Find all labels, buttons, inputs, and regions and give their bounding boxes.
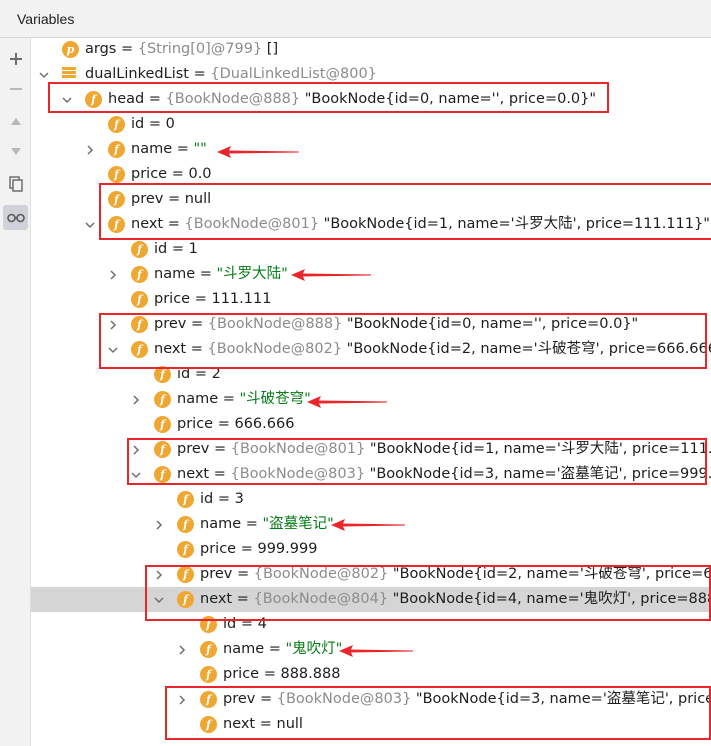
variable-name: dualLinkedList — [85, 66, 189, 82]
variable-row[interactable]: f price = 999.999 — [31, 537, 711, 562]
variable-name: args — [85, 41, 117, 57]
annotation-box — [99, 183, 711, 240]
arrow-up-icon[interactable] — [3, 108, 28, 133]
variable-value: 111.111 — [211, 291, 272, 307]
variable-value: "斗破苍穹" — [239, 391, 311, 407]
annotation-box — [145, 565, 711, 621]
variable-text: price = 111.111 — [154, 291, 272, 307]
variable-name: name — [177, 391, 219, 407]
copy-icon[interactable] — [3, 171, 28, 196]
field-icon: f — [154, 416, 171, 433]
annotation-box — [99, 313, 707, 369]
chevron-down-icon[interactable] — [83, 212, 97, 237]
annotation-arrow — [307, 396, 387, 408]
variable-row[interactable]: f price = 666.666 — [31, 412, 711, 437]
variables-header: Variables — [0, 0, 711, 38]
variable-text: name = "" — [131, 141, 207, 157]
annotation-arrow — [331, 519, 405, 531]
variable-text: id = 1 — [154, 241, 198, 257]
variable-row[interactable]: f name = "" — [31, 137, 711, 162]
variable-name: price — [154, 291, 191, 307]
variable-text: id = 3 — [200, 491, 244, 507]
field-icon: f — [131, 291, 148, 308]
variable-text: price = 888.888 — [223, 666, 341, 682]
variable-name: id — [154, 241, 168, 257]
variable-value: 666.666 — [234, 416, 295, 432]
minus-icon[interactable] — [3, 76, 28, 101]
field-icon: f — [108, 166, 125, 183]
chevron-right-icon[interactable] — [106, 262, 120, 287]
field-icon: f — [108, 116, 125, 133]
debug-toolbar — [0, 38, 31, 746]
annotation-arrow — [217, 146, 299, 158]
variable-row[interactable]: f name = "斗罗大陆" — [31, 262, 711, 287]
annotation-box — [127, 438, 707, 485]
variable-value: "" — [193, 141, 207, 157]
variable-text: price = 999.999 — [200, 541, 318, 557]
parameter-icon: p — [62, 41, 79, 58]
annotation-arrow — [291, 269, 371, 281]
variable-value: 888.888 — [280, 666, 341, 682]
chevron-right-icon[interactable] — [129, 387, 143, 412]
variable-row[interactable]: p args = {String[0]@799} [] — [31, 38, 711, 62]
variable-text: name = "鬼吹灯" — [223, 641, 343, 657]
variable-value: "斗罗大陆" — [216, 266, 288, 282]
variable-row[interactable]: f id = 0 — [31, 112, 711, 137]
object-reference: {DualLinkedList@800} — [210, 66, 377, 82]
variable-name: price — [223, 666, 260, 682]
variable-text: name = "斗破苍穹" — [177, 391, 311, 407]
variable-name: price — [200, 541, 237, 557]
variable-text: args = {String[0]@799} [] — [85, 41, 279, 57]
object-list-icon — [62, 67, 76, 82]
field-icon: f — [131, 266, 148, 283]
variable-value: 0 — [165, 116, 175, 132]
variable-value: "盗墓笔记" — [262, 516, 334, 532]
field-icon: f — [200, 666, 217, 683]
field-icon: f — [154, 391, 171, 408]
chevron-right-icon[interactable] — [83, 137, 97, 162]
variable-name: price — [131, 166, 168, 182]
vertical-scrollbar[interactable] — [701, 38, 711, 746]
chevron-right-icon[interactable] — [175, 637, 189, 662]
field-icon: f — [177, 516, 194, 533]
variable-value: [] — [266, 41, 279, 57]
field-icon: f — [108, 141, 125, 158]
variables-tree: p args = {String[0]@799} [] dualLinkedList… — [31, 38, 711, 746]
annotation-box — [48, 82, 609, 113]
annotation-box — [165, 686, 711, 740]
variable-row[interactable]: f id = 3 — [31, 487, 711, 512]
annotation-arrow — [339, 645, 413, 657]
field-icon: f — [200, 641, 217, 658]
object-reference: {String[0]@799} — [137, 41, 263, 57]
variable-row[interactable]: f price = 888.888 — [31, 662, 711, 687]
plus-icon[interactable] — [3, 46, 28, 71]
variable-value: "鬼吹灯" — [285, 641, 343, 657]
variable-value: 3 — [234, 491, 244, 507]
arrow-down-icon[interactable] — [3, 139, 28, 164]
variable-text: name = "斗罗大陆" — [154, 266, 288, 282]
panel-title: Variables — [17, 11, 75, 27]
variable-value: 0.0 — [188, 166, 212, 182]
field-icon: f — [177, 541, 194, 558]
variable-value: 999.999 — [257, 541, 318, 557]
variable-name: name — [223, 641, 265, 657]
variable-text: price = 666.666 — [177, 416, 295, 432]
variable-value: 1 — [188, 241, 198, 257]
variable-row[interactable]: f price = 111.111 — [31, 287, 711, 312]
variable-name: price — [177, 416, 214, 432]
variable-row[interactable]: f id = 1 — [31, 237, 711, 262]
variable-name: id — [131, 116, 145, 132]
chevron-right-icon[interactable] — [152, 512, 166, 537]
variable-name: name — [131, 141, 173, 157]
field-icon: f — [131, 241, 148, 258]
variable-text: id = 0 — [131, 116, 175, 132]
variable-text: name = "盗墓笔记" — [200, 516, 334, 532]
glasses-icon[interactable] — [3, 205, 28, 230]
variable-name: name — [200, 516, 242, 532]
variable-name: name — [154, 266, 196, 282]
variable-name: id — [200, 491, 214, 507]
field-icon: f — [177, 491, 194, 508]
